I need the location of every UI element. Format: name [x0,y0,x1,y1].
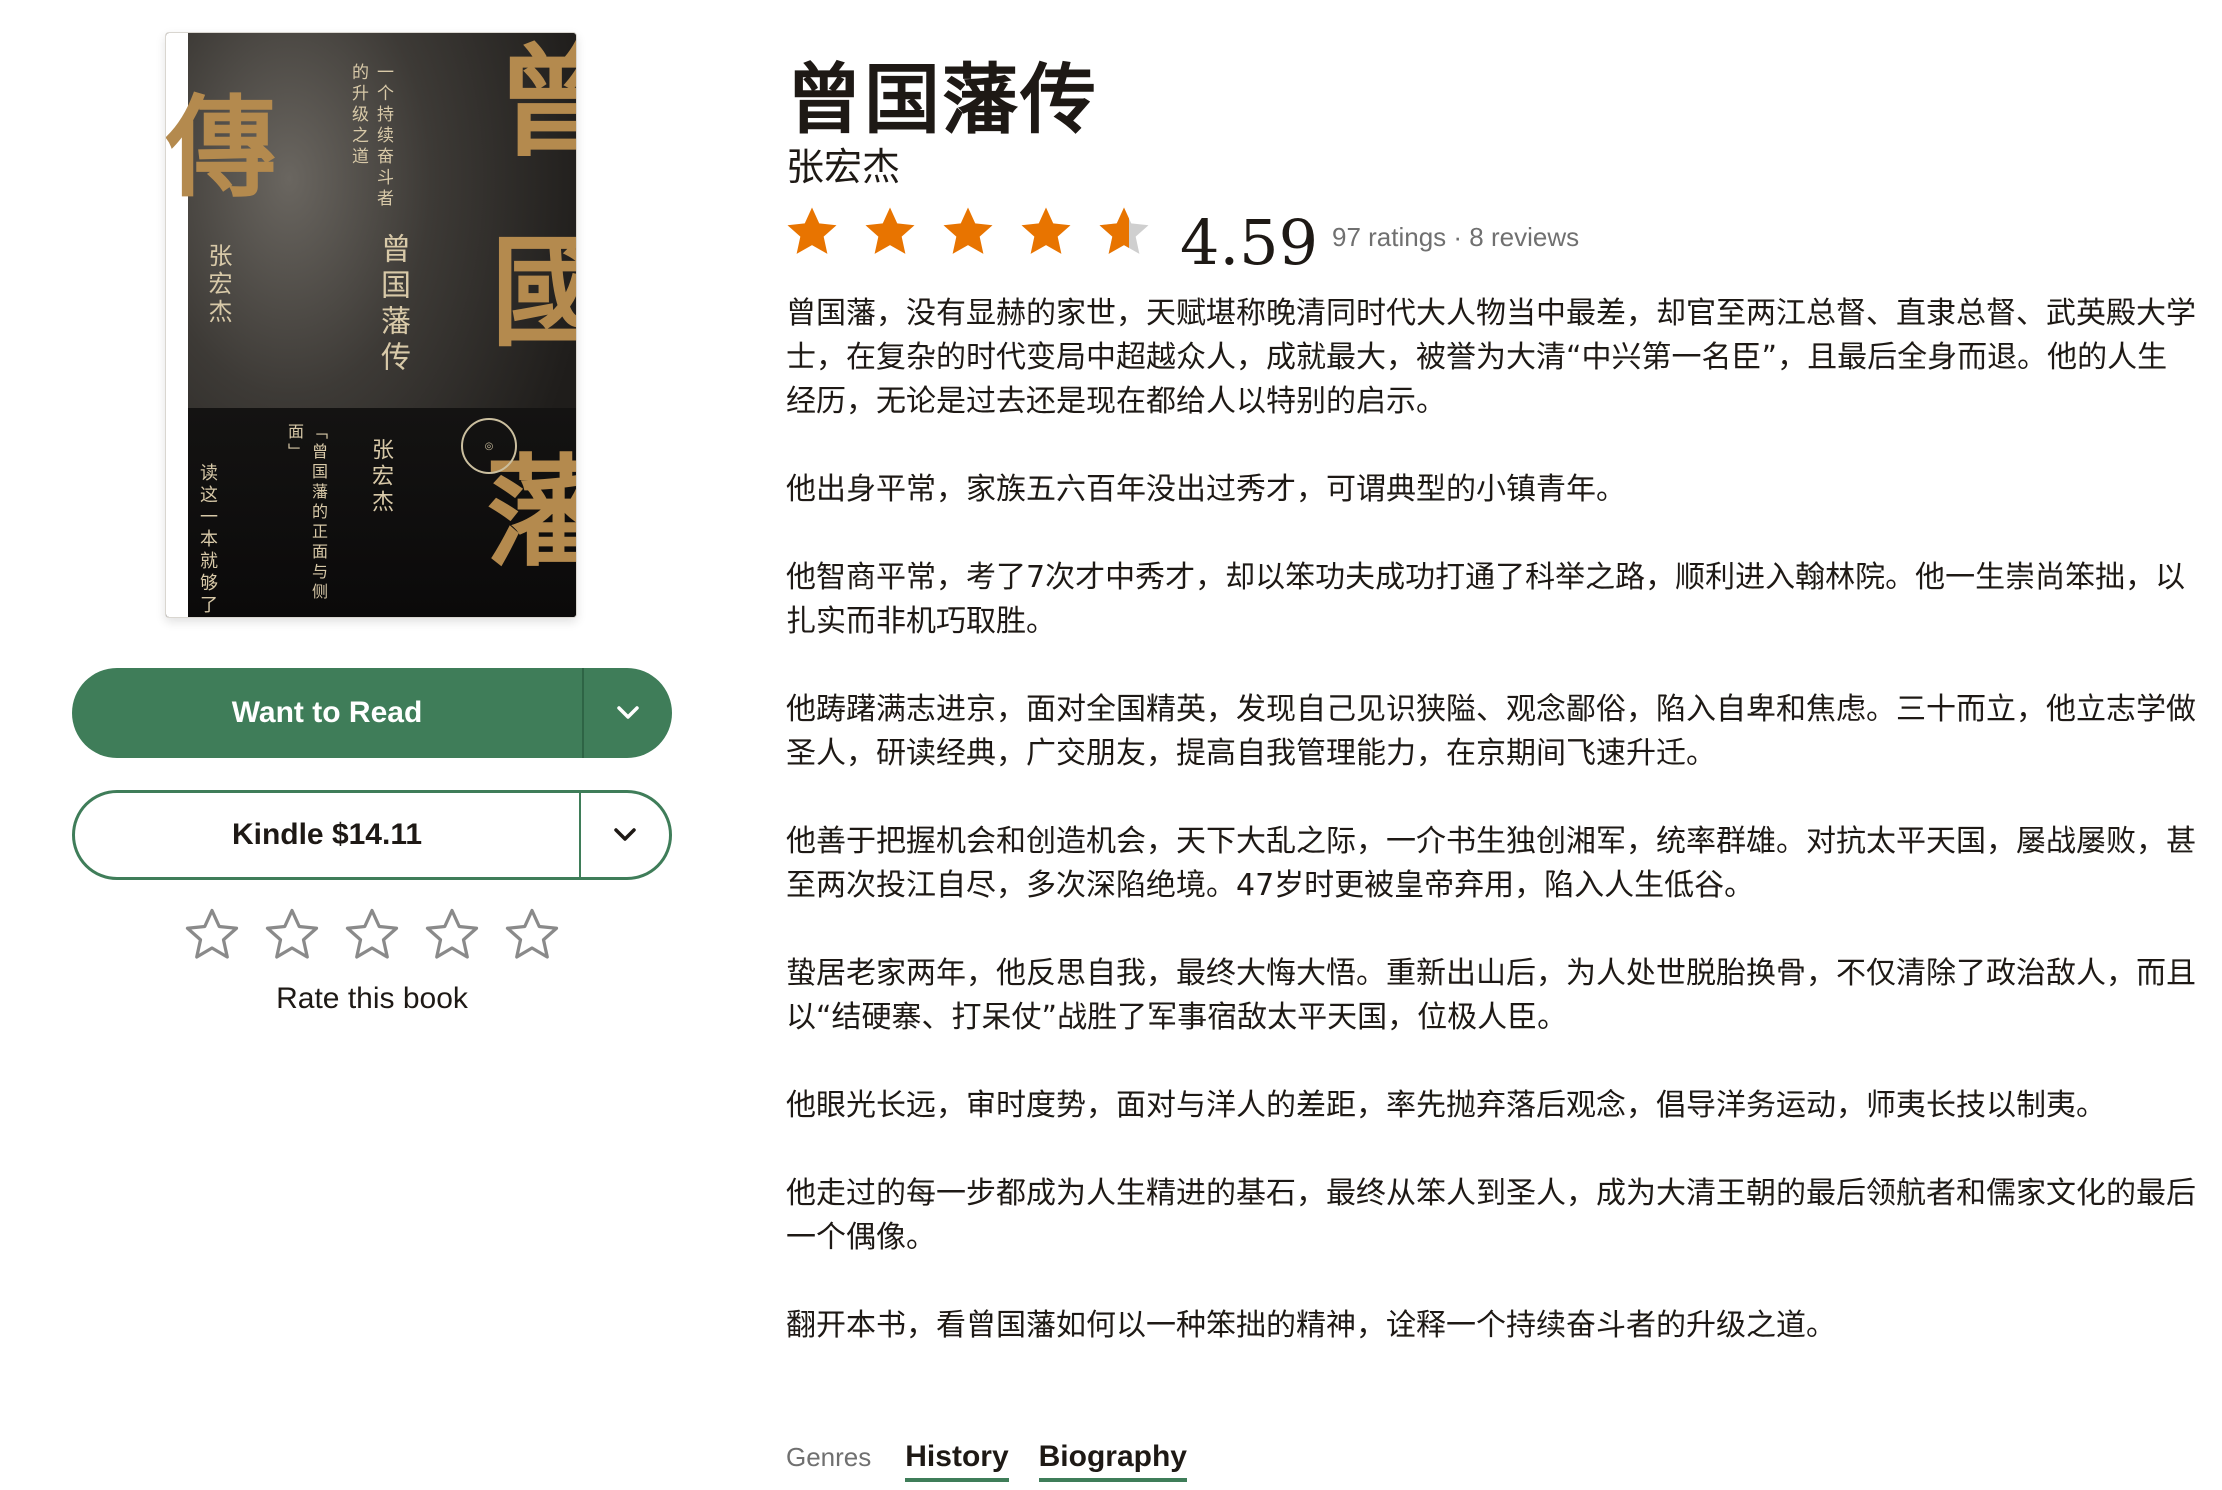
chevron-down-icon [614,828,636,841]
book-author[interactable]: 张宏杰 [786,136,900,191]
star-outline-icon[interactable] [342,905,402,965]
star-filled-icon [1021,207,1071,254]
star-filled-icon [865,207,915,254]
cover-small-title: 曾国藩传 [375,233,410,377]
description-paragraph: 他智商平常，考了7次才中秀才，却以笨功夫成功打通了科举之路，顺利进入翰林院。他一… [786,560,2186,639]
star-outline-icon[interactable] [182,905,242,965]
cover-author: 张宏杰 [204,243,232,327]
cover-blurb: 读这一本就够了 [197,463,218,617]
cover-seal: ◎ [461,418,517,474]
genre-link-history[interactable]: History [905,1440,1009,1482]
description-paragraph: 他踌躇满志进京，面对全国精英，发现自己见识狭隘、观念鄙俗，陷入自卑和焦虑。三十而… [786,692,2196,771]
rate-this-book-label: Rate this book [276,982,468,1015]
book-title: 曾国藩传 [786,55,1098,144]
description-paragraph: 他眼光长远，审时度势，面对与洋人的差距，率先抛弃落后观念，倡导洋务运动，师夷长技… [786,1088,2106,1123]
kindle-button[interactable]: Kindle $14.11 [72,790,672,880]
star-partial-icon [1099,207,1149,254]
cover-author-bottom: 张宏杰 [368,438,393,516]
cover-title-char: 傳 [166,83,276,212]
want-to-read-dropdown[interactable] [584,668,672,758]
cover-title-char: 國 [491,233,576,353]
genres-label: Genres [786,1442,872,1472]
star-outline-icon[interactable] [422,905,482,965]
cover-title-char: 曾 [496,43,576,163]
rate-stars[interactable] [182,905,562,965]
book-description: 曾国藩，没有显赫的家世，天赋堪称晚清同时代大人物当中最差，却官至两江总督、直隶总… [786,292,2196,1392]
description-paragraph: 蛰居老家两年，他反思自我，最终大悔大悟。重新出山后，为人处世脱胎换骨，不仅清除了… [786,956,2196,1035]
cover-blurb: 「曾国藩的正面与侧面」 [285,423,328,603]
kindle-label[interactable]: Kindle $14.11 [75,793,579,877]
description-paragraph: 翻开本书，看曾国藩如何以一种笨拙的精神，诠释一个持续奋斗者的升级之道。 [786,1308,1836,1343]
average-rating-stars [784,204,1152,260]
star-filled-icon [787,207,837,254]
star-filled-icon [943,207,993,254]
want-to-read-button[interactable]: Want to Read [72,668,672,758]
description-paragraph: 他善于把握机会和创造机会，天下大乱之际，一介书生独创湘军，统率群雄。对抗太平天国… [786,824,2196,903]
chevron-down-icon [617,706,639,719]
description-paragraph: 曾国藩，没有显赫的家世，天赋堪称晚清同时代大人物当中最差，却官至两江总督、直隶总… [786,296,2196,419]
kindle-dropdown[interactable] [581,793,669,877]
genre-link-biography[interactable]: Biography [1038,1440,1187,1482]
want-to-read-label[interactable]: Want to Read [72,668,582,758]
star-outline-icon[interactable] [502,905,562,965]
star-outline-icon[interactable] [262,905,322,965]
genres-list: Genres History Biography [786,1440,1187,1482]
description-paragraph: 他走过的每一步都成为人生精进的基石，最终从笨人到圣人，成为大清王朝的最后领航者和… [786,1176,2196,1255]
ratings-reviews-count[interactable]: 97 ratings · 8 reviews [1332,222,1579,253]
cover-subtitle: 一个持续奋斗者的升级之道 [348,63,393,210]
description-paragraph: 他出身平常，家族五六百年没出过秀才，可谓典型的小镇青年。 [786,472,1626,507]
book-cover[interactable]: 曾 國 藩 傳 一个持续奋斗者的升级之道 曾国藩传 张宏杰 张宏杰 「曾国藩的正… [165,32,577,618]
average-rating: 4.59 [1180,206,1319,279]
